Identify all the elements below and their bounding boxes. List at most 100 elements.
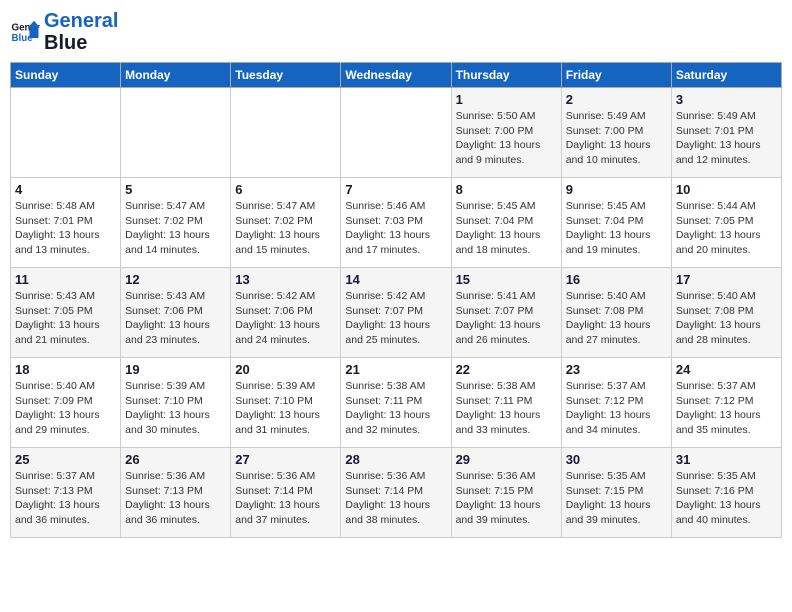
day-info: Sunrise: 5:36 AM Sunset: 7:14 PM Dayligh…: [235, 469, 336, 528]
day-info: Sunrise: 5:44 AM Sunset: 7:05 PM Dayligh…: [676, 199, 777, 258]
day-number: 13: [235, 272, 336, 287]
calendar-cell: 2 Sunrise: 5:49 AM Sunset: 7:00 PM Daylig…: [561, 88, 671, 178]
calendar-cell: [11, 88, 121, 178]
weekday-header: Thursday: [451, 63, 561, 88]
day-number: 25: [15, 452, 116, 467]
day-info: Sunrise: 5:40 AM Sunset: 7:08 PM Dayligh…: [566, 289, 667, 348]
day-info: Sunrise: 5:41 AM Sunset: 7:07 PM Dayligh…: [456, 289, 557, 348]
calendar-cell: 24 Sunrise: 5:37 AM Sunset: 7:12 PM Dayli…: [671, 358, 781, 448]
calendar-cell: [231, 88, 341, 178]
day-info: Sunrise: 5:36 AM Sunset: 7:14 PM Dayligh…: [345, 469, 446, 528]
calendar-cell: 21 Sunrise: 5:38 AM Sunset: 7:11 PM Dayli…: [341, 358, 451, 448]
calendar-week: 11Sunrise: 5:43 AM Sunset: 7:05 PM Dayli…: [11, 268, 782, 358]
day-info: Sunrise: 5:39 AM Sunset: 7:10 PM Dayligh…: [235, 379, 336, 438]
day-number: 9: [566, 182, 667, 197]
day-info: Sunrise: 5:39 AM Sunset: 7:10 PM Dayligh…: [125, 379, 226, 438]
day-info: Sunrise: 5:45 AM Sunset: 7:04 PM Dayligh…: [566, 199, 667, 258]
day-number: 30: [566, 452, 667, 467]
calendar-cell: 15 Sunrise: 5:41 AM Sunset: 7:07 PM Dayli…: [451, 268, 561, 358]
day-info: Sunrise: 5:42 AM Sunset: 7:07 PM Dayligh…: [345, 289, 446, 348]
day-number: 29: [456, 452, 557, 467]
calendar-week: 4Sunrise: 5:48 AM Sunset: 7:01 PM Daylig…: [11, 178, 782, 268]
day-number: 18: [15, 362, 116, 377]
day-info: Sunrise: 5:49 AM Sunset: 7:00 PM Dayligh…: [566, 109, 667, 168]
day-info: Sunrise: 5:47 AM Sunset: 7:02 PM Dayligh…: [235, 199, 336, 258]
calendar-cell: 23 Sunrise: 5:37 AM Sunset: 7:12 PM Dayli…: [561, 358, 671, 448]
day-number: 12: [125, 272, 226, 287]
day-info: Sunrise: 5:37 AM Sunset: 7:13 PM Dayligh…: [15, 469, 116, 528]
day-number: 14: [345, 272, 446, 287]
day-number: 5: [125, 182, 226, 197]
calendar-cell: 9 Sunrise: 5:45 AM Sunset: 7:04 PM Daylig…: [561, 178, 671, 268]
day-info: Sunrise: 5:38 AM Sunset: 7:11 PM Dayligh…: [456, 379, 557, 438]
weekday-header: Monday: [121, 63, 231, 88]
day-number: 7: [345, 182, 446, 197]
day-info: Sunrise: 5:36 AM Sunset: 7:13 PM Dayligh…: [125, 469, 226, 528]
day-number: 24: [676, 362, 777, 377]
day-number: 31: [676, 452, 777, 467]
calendar-header: SundayMondayTuesdayWednesdayThursdayFrid…: [11, 63, 782, 88]
logo: General Blue GeneralBlue: [10, 10, 118, 54]
day-number: 15: [456, 272, 557, 287]
day-info: Sunrise: 5:43 AM Sunset: 7:05 PM Dayligh…: [15, 289, 116, 348]
day-number: 22: [456, 362, 557, 377]
day-info: Sunrise: 5:37 AM Sunset: 7:12 PM Dayligh…: [676, 379, 777, 438]
calendar-cell: 31Sunrise: 5:35 AM Sunset: 7:16 PM Dayli…: [671, 448, 781, 538]
logo-icon: General Blue: [10, 17, 40, 47]
day-number: 27: [235, 452, 336, 467]
day-number: 2: [566, 92, 667, 107]
calendar-cell: [341, 88, 451, 178]
day-info: Sunrise: 5:43 AM Sunset: 7:06 PM Dayligh…: [125, 289, 226, 348]
day-info: Sunrise: 5:37 AM Sunset: 7:12 PM Dayligh…: [566, 379, 667, 438]
day-number: 3: [676, 92, 777, 107]
calendar-cell: 8Sunrise: 5:45 AM Sunset: 7:04 PM Daylig…: [451, 178, 561, 268]
calendar-cell: 4Sunrise: 5:48 AM Sunset: 7:01 PM Daylig…: [11, 178, 121, 268]
day-info: Sunrise: 5:42 AM Sunset: 7:06 PM Dayligh…: [235, 289, 336, 348]
calendar-week: 25 Sunrise: 5:37 AM Sunset: 7:13 PM Dayli…: [11, 448, 782, 538]
day-number: 1: [456, 92, 557, 107]
day-number: 8: [456, 182, 557, 197]
calendar-cell: 6 Sunrise: 5:47 AM Sunset: 7:02 PM Daylig…: [231, 178, 341, 268]
calendar-body: 1 Sunrise: 5:50 AM Sunset: 7:00 PM Daylig…: [11, 88, 782, 538]
calendar-cell: 13 Sunrise: 5:42 AM Sunset: 7:06 PM Dayli…: [231, 268, 341, 358]
calendar-cell: 18 Sunrise: 5:40 AM Sunset: 7:09 PM Dayli…: [11, 358, 121, 448]
calendar-cell: 7 Sunrise: 5:46 AM Sunset: 7:03 PM Daylig…: [341, 178, 451, 268]
day-number: 20: [235, 362, 336, 377]
logo-text: GeneralBlue: [44, 10, 118, 54]
day-number: 16: [566, 272, 667, 287]
day-info: Sunrise: 5:46 AM Sunset: 7:03 PM Dayligh…: [345, 199, 446, 258]
day-number: 4: [15, 182, 116, 197]
calendar-cell: 27 Sunrise: 5:36 AM Sunset: 7:14 PM Dayli…: [231, 448, 341, 538]
calendar-cell: 19 Sunrise: 5:39 AM Sunset: 7:10 PM Dayli…: [121, 358, 231, 448]
calendar-week: 18 Sunrise: 5:40 AM Sunset: 7:09 PM Dayli…: [11, 358, 782, 448]
weekday-header: Saturday: [671, 63, 781, 88]
calendar-cell: 16 Sunrise: 5:40 AM Sunset: 7:08 PM Dayli…: [561, 268, 671, 358]
calendar-cell: 1 Sunrise: 5:50 AM Sunset: 7:00 PM Daylig…: [451, 88, 561, 178]
day-info: Sunrise: 5:40 AM Sunset: 7:09 PM Dayligh…: [15, 379, 116, 438]
calendar-cell: 10Sunrise: 5:44 AM Sunset: 7:05 PM Dayli…: [671, 178, 781, 268]
calendar-cell: 14 Sunrise: 5:42 AM Sunset: 7:07 PM Dayli…: [341, 268, 451, 358]
day-info: Sunrise: 5:35 AM Sunset: 7:15 PM Dayligh…: [566, 469, 667, 528]
weekday-header: Sunday: [11, 63, 121, 88]
calendar-cell: 22 Sunrise: 5:38 AM Sunset: 7:11 PM Dayli…: [451, 358, 561, 448]
day-info: Sunrise: 5:40 AM Sunset: 7:08 PM Dayligh…: [676, 289, 777, 348]
calendar-cell: 3 Sunrise: 5:49 AM Sunset: 7:01 PM Daylig…: [671, 88, 781, 178]
day-info: Sunrise: 5:36 AM Sunset: 7:15 PM Dayligh…: [456, 469, 557, 528]
calendar-cell: 26 Sunrise: 5:36 AM Sunset: 7:13 PM Dayli…: [121, 448, 231, 538]
day-info: Sunrise: 5:50 AM Sunset: 7:00 PM Dayligh…: [456, 109, 557, 168]
day-number: 26: [125, 452, 226, 467]
day-number: 23: [566, 362, 667, 377]
calendar-cell: 30 Sunrise: 5:35 AM Sunset: 7:15 PM Dayli…: [561, 448, 671, 538]
day-number: 6: [235, 182, 336, 197]
weekday-header: Wednesday: [341, 63, 451, 88]
calendar-cell: 11Sunrise: 5:43 AM Sunset: 7:05 PM Dayli…: [11, 268, 121, 358]
day-number: 28: [345, 452, 446, 467]
day-number: 21: [345, 362, 446, 377]
day-number: 19: [125, 362, 226, 377]
weekday-header: Friday: [561, 63, 671, 88]
calendar-cell: 29 Sunrise: 5:36 AM Sunset: 7:15 PM Dayli…: [451, 448, 561, 538]
calendar-table: SundayMondayTuesdayWednesdayThursdayFrid…: [10, 62, 782, 538]
calendar-cell: 17Sunrise: 5:40 AM Sunset: 7:08 PM Dayli…: [671, 268, 781, 358]
day-info: Sunrise: 5:49 AM Sunset: 7:01 PM Dayligh…: [676, 109, 777, 168]
day-info: Sunrise: 5:38 AM Sunset: 7:11 PM Dayligh…: [345, 379, 446, 438]
